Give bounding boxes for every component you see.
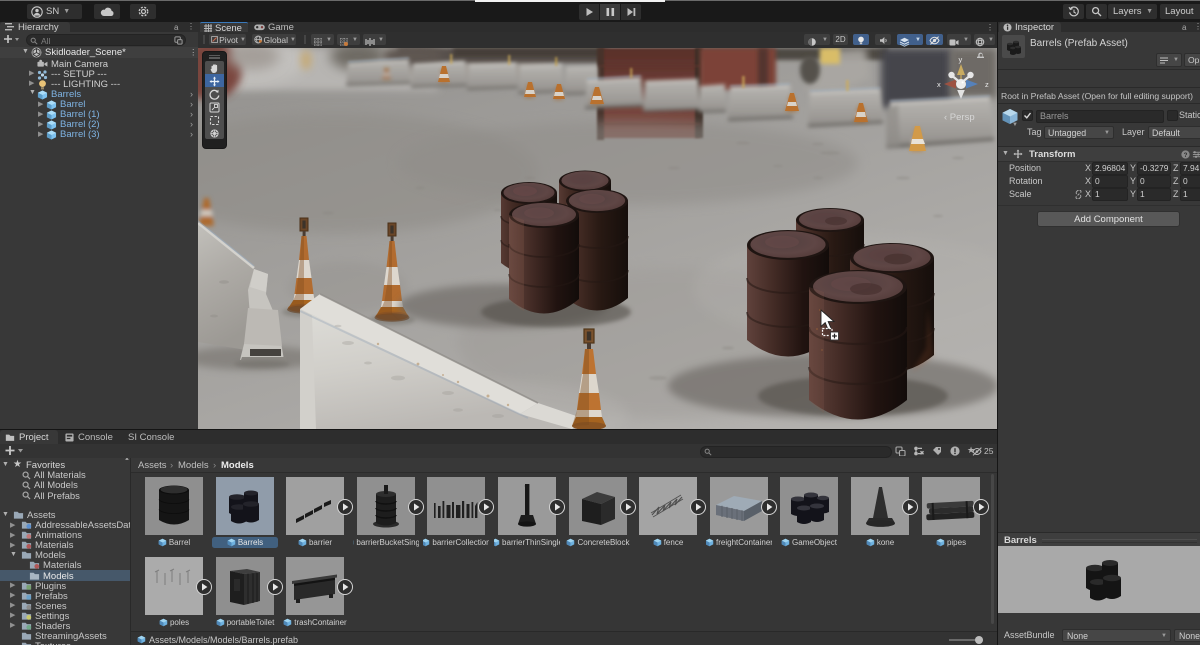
svg-text:y: y	[959, 55, 963, 64]
svg-text:‹ Persp: ‹ Persp	[944, 112, 975, 123]
svg-text:?: ?	[1184, 151, 1188, 158]
svg-text:x: x	[937, 80, 941, 89]
svg-text:z: z	[985, 80, 989, 89]
